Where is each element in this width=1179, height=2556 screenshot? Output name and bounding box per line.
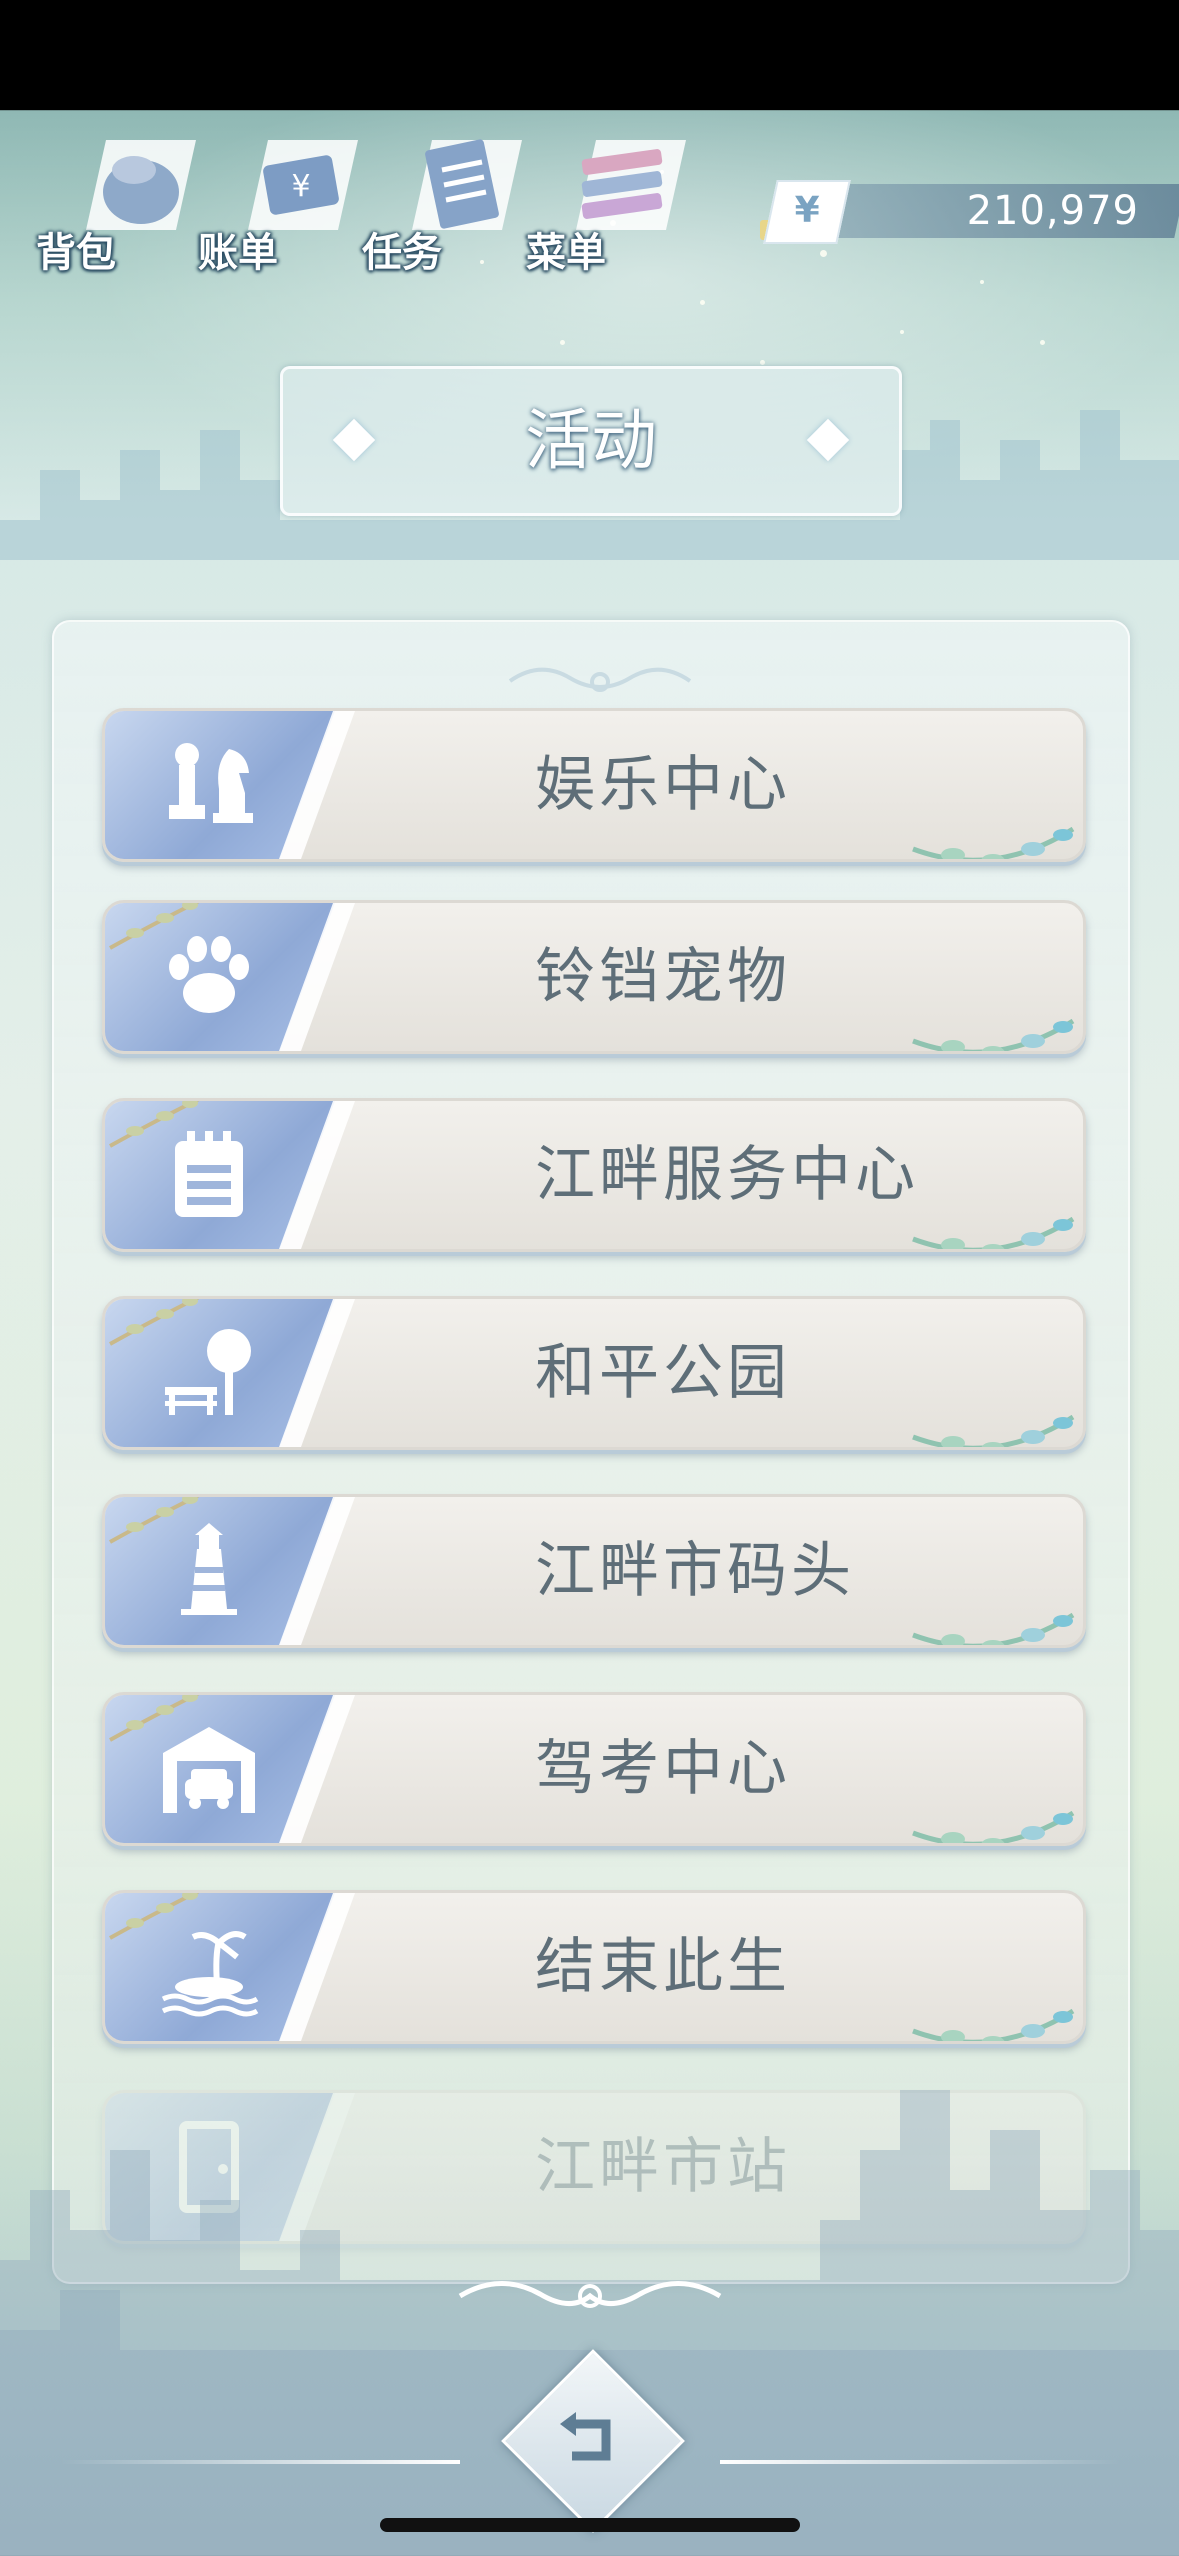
sprig-decoration: [109, 1101, 200, 1148]
leaf-decoration: [912, 1018, 1075, 1051]
activity-card: 结束此生: [102, 1890, 1086, 2044]
activity-bell-pet[interactable]: 铃铛宠物: [102, 900, 1086, 1054]
nav-menu[interactable]: 菜单: [526, 120, 686, 280]
chess-pieces-icon: [169, 743, 253, 823]
swirl-ornament-top: [508, 667, 692, 692]
sprig-decoration: [109, 1299, 200, 1346]
nav-menu-label: 菜单: [526, 230, 606, 276]
status-bar: [0, 0, 1179, 110]
activity-card: 娱乐中心: [102, 708, 1086, 862]
activity-card: 和平公园: [102, 1296, 1086, 1450]
activity-peace-park[interactable]: 和平公园: [102, 1296, 1086, 1450]
page-title: 活动: [525, 402, 657, 479]
sprig-decoration: [109, 1695, 200, 1742]
activity-driving-test-center[interactable]: 驾考中心: [102, 1692, 1086, 1846]
divider-line-left: [60, 2460, 460, 2464]
activity-riverside-pier[interactable]: 江畔市码头: [102, 1494, 1086, 1648]
currency-amount: 210,979: [966, 188, 1139, 234]
activity-entertainment-center[interactable]: 娱乐中心: [102, 708, 1086, 862]
leaf-decoration: [912, 1414, 1075, 1447]
home-indicator[interactable]: [380, 2518, 800, 2532]
divider-line-right: [720, 2460, 1120, 2464]
activity-end-this-life[interactable]: 结束此生: [102, 1890, 1086, 2044]
activity-card: 江畔服务中心: [102, 1098, 1086, 1252]
activity-riverside-service-center[interactable]: 江畔服务中心: [102, 1098, 1086, 1252]
nav-task[interactable]: 任务: [362, 120, 522, 280]
nav-bag[interactable]: 背包: [36, 120, 196, 280]
activity-card: 驾考中心: [102, 1692, 1086, 1846]
leaf-decoration: [912, 826, 1075, 859]
page-title-box: 活动: [280, 366, 902, 516]
leaf-decoration: [912, 1810, 1075, 1843]
activity-card: 铃铛宠物: [102, 900, 1086, 1054]
nav-task-label: 任务: [362, 230, 442, 276]
return-arrow-icon: [560, 2412, 611, 2461]
nav-bill[interactable]: ¥ 账单: [198, 120, 358, 280]
currency-display: ¥ 210,979: [760, 180, 1179, 244]
sprig-decoration: [109, 1497, 200, 1544]
nav-bill-label: 账单: [198, 230, 278, 276]
sprig-decoration: [109, 1893, 200, 1940]
activity-card: 江畔市码头: [102, 1494, 1086, 1648]
nav-bag-label: 背包: [36, 230, 116, 276]
svg-text:¥: ¥: [291, 169, 310, 204]
leaf-decoration: [912, 1612, 1075, 1645]
leaf-decoration: [912, 1216, 1075, 1249]
swirl-ornament-bottom: [458, 2281, 722, 2308]
yen-icon: ¥: [763, 180, 851, 244]
sprig-decoration: [109, 903, 200, 950]
